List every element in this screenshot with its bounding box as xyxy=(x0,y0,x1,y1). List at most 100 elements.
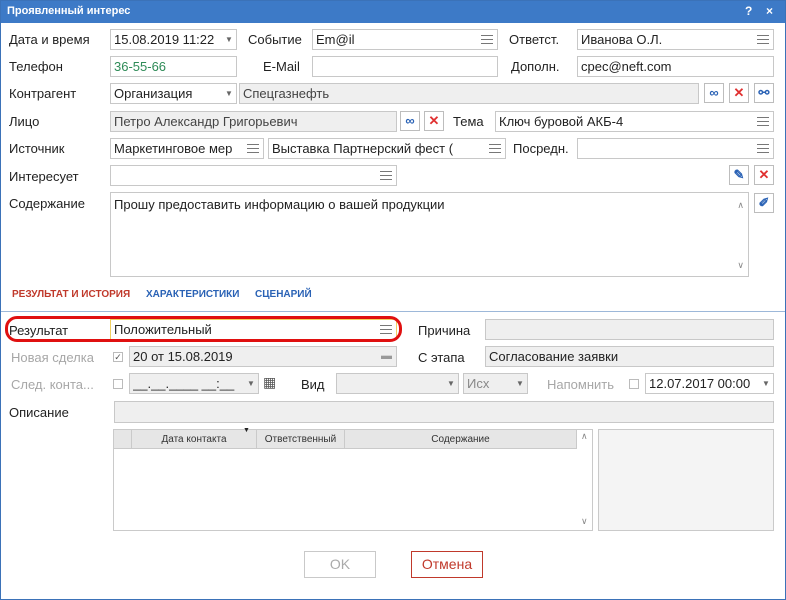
scroll-down-icon[interactable]: ∨ xyxy=(581,516,588,527)
person-field[interactable]: Петро Александр Григорьевич xyxy=(110,111,397,132)
close-button[interactable]: × xyxy=(766,4,773,18)
stage-label: С этапа xyxy=(418,350,465,365)
topic-field[interactable]: Ключ буровой АКБ-4 xyxy=(495,111,774,132)
history-grid: Дата контакта Ответственный Содержание xyxy=(113,429,577,449)
menu-icon[interactable] xyxy=(757,144,769,154)
tab-characteristics[interactable]: ХАРАКТЕРИСТИКИ xyxy=(146,289,239,300)
contractor-value: Спецгазнефть xyxy=(243,86,330,101)
grid-header-content[interactable]: Содержание xyxy=(344,429,577,449)
scroll-up-icon[interactable]: ∧ xyxy=(737,197,744,214)
stage-field[interactable]: Согласование заявки xyxy=(485,346,774,367)
unlink-icon[interactable]: ⚯ xyxy=(754,83,774,103)
responsible-label: Ответст. xyxy=(509,32,560,47)
extra-value: cpec@neft.com xyxy=(581,59,672,74)
person-label: Лицо xyxy=(9,114,40,129)
next-contact-value: __.__.____ __:__ xyxy=(133,376,235,391)
menu-icon[interactable] xyxy=(481,35,493,45)
preview-pane xyxy=(598,429,774,531)
contractor-label: Контрагент xyxy=(9,86,77,101)
chevron-down-icon[interactable]: ▼ xyxy=(222,30,236,49)
description-label: Описание xyxy=(9,405,69,420)
chevron-down-icon[interactable]: ▼ xyxy=(513,374,527,393)
cancel-button[interactable]: Отмена xyxy=(411,551,483,578)
menu-icon[interactable] xyxy=(247,144,259,154)
kind-select[interactable]: ▼ xyxy=(336,373,459,394)
phone-value: 36-55-66 xyxy=(114,59,167,74)
content-textarea[interactable]: Прошу предоставить информацию о вашей пр… xyxy=(110,192,749,277)
deal-checkbox[interactable]: ✓ xyxy=(113,352,123,362)
contractor-field[interactable]: Спецгазнефть xyxy=(239,83,699,104)
event-value: Em@il xyxy=(316,32,355,47)
result-highlight xyxy=(5,316,402,342)
link-icon[interactable]: ∞ xyxy=(704,83,724,103)
mediator-field[interactable] xyxy=(577,138,774,159)
edit-icon[interactable]: ✎ xyxy=(729,165,749,185)
remind-checkbox[interactable] xyxy=(629,379,639,389)
tab-scenario[interactable]: СЦЕНАРИЙ xyxy=(255,289,312,300)
clear-icon[interactable]: ✕ xyxy=(754,165,774,185)
datetime-field[interactable]: 15.08.2019 11:22 ▼ xyxy=(110,29,237,50)
phone-label: Телефон xyxy=(9,59,63,74)
reason-field[interactable] xyxy=(485,319,774,340)
link-icon[interactable]: ∞ xyxy=(400,111,420,131)
menu-icon[interactable] xyxy=(757,117,769,127)
title-bar: Проявленный интерес ? × xyxy=(1,1,785,23)
grid-header-date[interactable]: Дата контакта xyxy=(131,429,257,449)
source-value: Маркетинговое мер xyxy=(114,141,233,156)
topic-value: Ключ буровой АКБ-4 xyxy=(499,114,624,129)
chevron-down-icon[interactable]: ▼ xyxy=(444,374,458,393)
next-contact-date[interactable]: __.__.____ __:__ ▼ xyxy=(129,373,259,394)
content-label: Содержание xyxy=(9,196,85,211)
direction-select[interactable]: Исх ▼ xyxy=(463,373,528,394)
menu-icon[interactable] xyxy=(380,171,392,181)
menu-icon[interactable] xyxy=(757,35,769,45)
topic-label: Тема xyxy=(453,114,484,129)
event-field[interactable]: Em@il xyxy=(312,29,498,50)
help-button[interactable]: ? xyxy=(745,4,752,18)
source2-value: Выставка Партнерский фест ( xyxy=(272,141,454,156)
ok-button[interactable]: OK xyxy=(304,551,376,578)
sort-icon: ▼ xyxy=(243,427,250,434)
event-label: Событие xyxy=(248,32,302,47)
extra-label: Дополн. xyxy=(511,59,560,74)
contractor-type-value: Организация xyxy=(114,86,193,101)
interest-label: Интересует xyxy=(9,169,79,184)
email-label: E-Mail xyxy=(263,59,300,74)
brush-icon[interactable]: ✐ xyxy=(754,193,774,213)
clear-icon[interactable]: ✕ xyxy=(424,111,444,131)
description-field[interactable] xyxy=(114,401,774,423)
chevron-down-icon[interactable]: ▼ xyxy=(222,84,236,103)
clear-icon[interactable]: ✕ xyxy=(729,83,749,103)
dialog-window: Проявленный интерес ? × Дата и время 15.… xyxy=(0,0,786,600)
stage-value: Согласование заявки xyxy=(489,349,619,364)
chevron-down-icon[interactable]: ▼ xyxy=(244,374,258,393)
grid-header-responsible[interactable]: Ответственный xyxy=(256,429,345,449)
window-title: Проявленный интерес xyxy=(7,5,131,17)
menu-icon[interactable] xyxy=(489,144,501,154)
scroll-down-icon[interactable]: ∨ xyxy=(737,257,744,274)
next-contact-checkbox[interactable] xyxy=(113,379,123,389)
datetime-value: 15.08.2019 11:22 xyxy=(114,32,215,47)
email-field[interactable] xyxy=(312,56,498,77)
chevron-down-icon[interactable]: ▼ xyxy=(759,374,773,393)
deal-label: Новая сделка xyxy=(11,350,94,365)
interest-field[interactable] xyxy=(110,165,397,186)
extra-field[interactable]: cpec@neft.com xyxy=(577,56,774,77)
deal-value: 20 от 15.08.2019 xyxy=(133,349,233,364)
tab-result-history[interactable]: РЕЗУЛЬТАТ И ИСТОРИЯ xyxy=(12,289,130,300)
phone-field[interactable]: 36-55-66 xyxy=(110,56,237,77)
source2-field[interactable]: Выставка Партнерский фест ( xyxy=(268,138,506,159)
remind-date[interactable]: 12.07.2017 00:00 ▼ xyxy=(645,373,774,394)
scroll-up-icon[interactable]: ∧ xyxy=(581,431,588,442)
source-field[interactable]: Маркетинговое мер xyxy=(110,138,264,159)
tab-divider xyxy=(1,311,785,312)
contractor-type-select[interactable]: Организация ▼ xyxy=(110,83,237,104)
deal-field[interactable]: 20 от 15.08.2019 ▬ xyxy=(129,346,397,367)
remind-value: 12.07.2017 00:00 xyxy=(649,376,751,391)
source-label: Источник xyxy=(9,141,65,156)
responsible-field[interactable]: Иванова О.Л. xyxy=(577,29,774,50)
responsible-value: Иванова О.Л. xyxy=(581,32,663,47)
calendar-icon[interactable]: ▦ xyxy=(263,374,276,391)
content-value: Прошу предоставить информацию о вашей пр… xyxy=(114,197,445,212)
folder-icon[interactable]: ▬ xyxy=(381,347,392,366)
